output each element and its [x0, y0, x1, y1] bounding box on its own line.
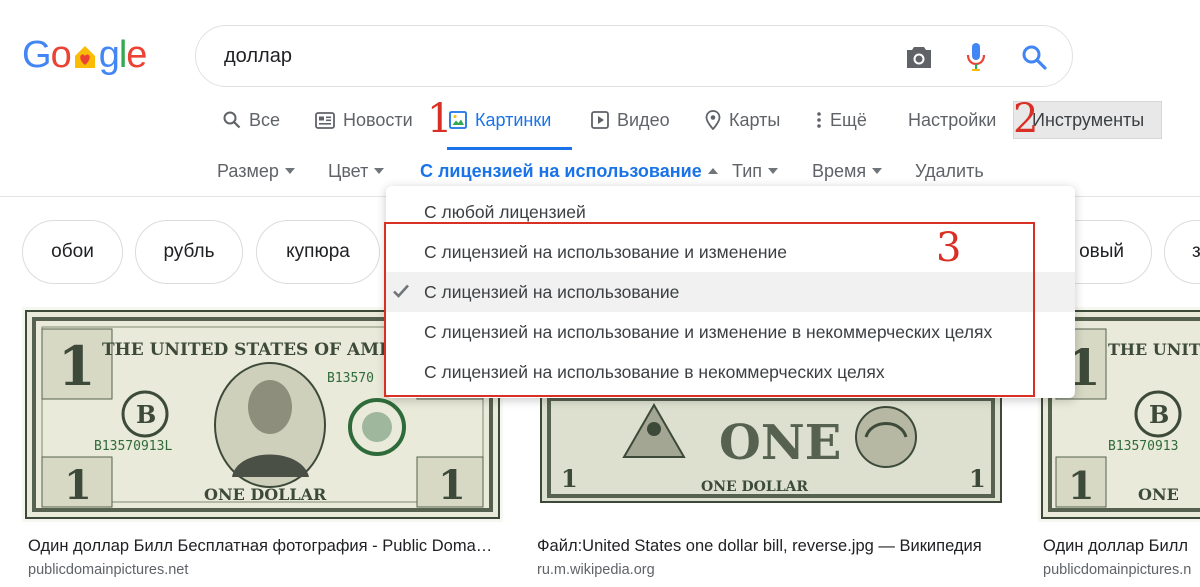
- settings-link[interactable]: Настройки: [908, 105, 996, 135]
- active-tab-indicator: [447, 147, 572, 150]
- svg-text:B13570: B13570: [327, 371, 374, 386]
- result-title-3[interactable]: Один доллар Билл: [1043, 537, 1200, 556]
- home-heart-icon: [72, 38, 98, 68]
- tab-all[interactable]: Все: [223, 105, 280, 135]
- filter-time-label: Время: [812, 160, 867, 181]
- search-input[interactable]: [224, 40, 874, 72]
- filter-license[interactable]: С лицензией на использование: [420, 158, 718, 184]
- chevron-down-icon: [284, 168, 295, 174]
- chip-label: обои: [51, 241, 94, 262]
- filter-license-label: С лицензией на использование: [420, 160, 702, 181]
- chip-label: купюра: [286, 241, 350, 262]
- serial-text: B13570913L: [94, 439, 172, 454]
- tools-label: Инструменты: [1032, 109, 1145, 130]
- filter-clear-label: Удалить: [915, 160, 984, 181]
- tab-video[interactable]: Видео: [591, 105, 670, 135]
- search-icon: [223, 111, 241, 129]
- filter-size-label: Размер: [217, 160, 279, 181]
- result-title-1[interactable]: Один доллар Билл Бесплатная фотография -…: [28, 537, 498, 556]
- logo-letter-g: G: [22, 34, 52, 76]
- filter-clear[interactable]: Удалить: [915, 158, 984, 184]
- logo-letter-e: e: [126, 34, 147, 76]
- chip-oboi[interactable]: обои: [22, 220, 123, 284]
- svg-text:1: 1: [1068, 463, 1094, 508]
- svg-text:1: 1: [64, 462, 92, 509]
- map-pin-icon: [705, 110, 721, 130]
- filter-color-label: Цвет: [328, 160, 369, 181]
- svg-text:1: 1: [58, 334, 96, 398]
- option-label: С любой лицензией: [424, 201, 586, 222]
- tab-more-label: Ещё: [830, 109, 867, 130]
- svg-text:1: 1: [561, 464, 578, 493]
- svg-text:1: 1: [438, 462, 466, 509]
- result-source-1: publicdomainpictures.net: [28, 562, 189, 578]
- tab-maps-label: Карты: [729, 109, 781, 130]
- svg-text:B: B: [136, 400, 156, 429]
- tab-images-label: Картинки: [475, 109, 552, 130]
- annotation-number-2: 2: [1013, 96, 1039, 142]
- denomination-text: ONE DOLLAR: [701, 479, 808, 495]
- note-text: THE UNITED: [1108, 340, 1200, 359]
- tab-video-label: Видео: [617, 109, 670, 130]
- chevron-down-icon: [374, 168, 385, 174]
- tab-images[interactable]: Картинки: [449, 105, 551, 135]
- chevron-down-icon: [768, 168, 779, 174]
- chip-label: овый: [1079, 241, 1124, 262]
- chevron-up-icon: [707, 168, 718, 174]
- settings-label: Настройки: [908, 109, 997, 130]
- svg-text:B: B: [1149, 400, 1169, 429]
- logo-letter-o: o: [50, 34, 72, 76]
- chip-partial-2[interactable]: з: [1164, 220, 1200, 284]
- more-vertical-icon: [817, 112, 821, 128]
- result-source-2: ru.m.wikipedia.org: [537, 562, 655, 578]
- result-source-3: publicdomainpictures.n: [1043, 562, 1192, 578]
- annotation-number-3: 3: [936, 225, 962, 271]
- annotation-number-1: 1: [427, 96, 453, 142]
- search-box[interactable]: [195, 25, 1073, 87]
- chip-rubl[interactable]: рубль: [135, 220, 243, 284]
- denomination-text: ONE: [1138, 485, 1179, 504]
- filter-size[interactable]: Размер: [217, 158, 295, 184]
- camera-icon[interactable]: [902, 40, 936, 74]
- tab-all-label: Все: [249, 109, 281, 130]
- tab-maps[interactable]: Карты: [705, 105, 780, 135]
- filter-type[interactable]: Тип: [732, 158, 779, 184]
- filter-type-label: Тип: [732, 160, 763, 181]
- chip-kupyura[interactable]: купюра: [256, 220, 380, 284]
- microphone-icon[interactable]: [959, 40, 993, 74]
- filter-time[interactable]: Время: [812, 158, 883, 184]
- search-icon[interactable]: [1017, 40, 1051, 74]
- chevron-down-icon: [872, 168, 883, 174]
- play-icon: [591, 111, 609, 129]
- tab-news-label: Новости: [343, 109, 413, 130]
- denomination-text: ONE DOLLAR: [204, 485, 327, 504]
- newspaper-icon: [315, 111, 335, 129]
- result-title-2[interactable]: Файл:United States one dollar bill, reve…: [537, 537, 1007, 556]
- filter-color[interactable]: Цвет: [328, 158, 385, 184]
- logo-letter-g2: g: [98, 34, 120, 76]
- google-logo[interactable]: Go gle: [22, 34, 147, 76]
- svg-text:1: 1: [969, 464, 986, 493]
- note-text: ONE: [719, 415, 841, 471]
- serial-text: B13570913: [1108, 439, 1178, 454]
- chip-label: з: [1192, 241, 1200, 262]
- chip-label: рубль: [163, 241, 215, 262]
- tab-news[interactable]: Новости: [315, 105, 413, 135]
- tab-more[interactable]: Ещё: [816, 105, 867, 135]
